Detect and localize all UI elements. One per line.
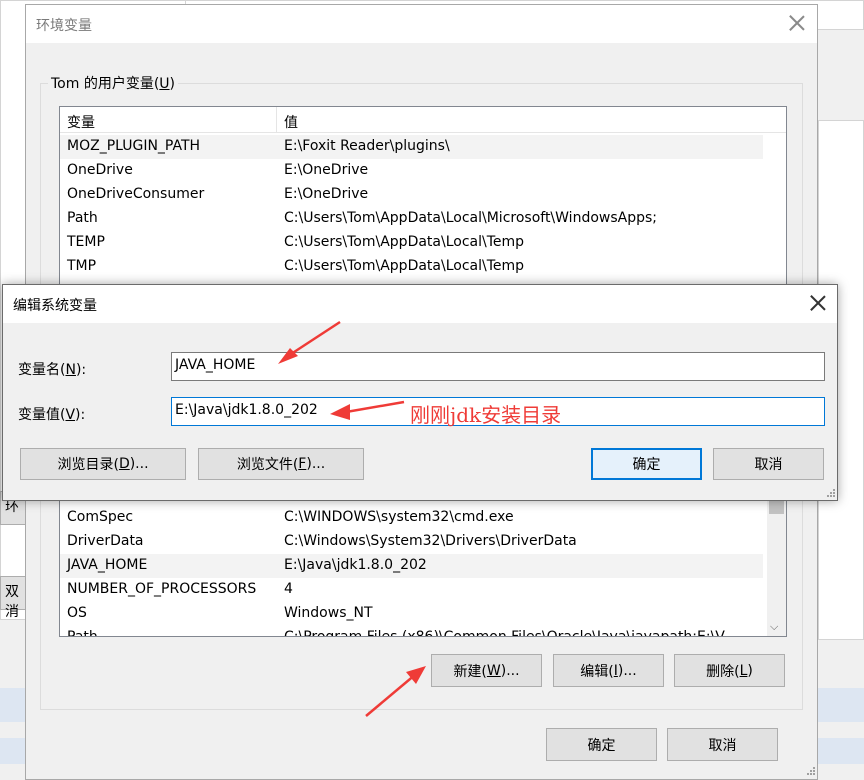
- user-variable-row[interactable]: TMP C:\Users\Tom\AppData\Local\Temp: [60, 255, 763, 279]
- new-variable-button[interactable]: 新建(W)...: [431, 654, 542, 687]
- system-variable-row[interactable]: Path C:\Program Files (x86)\Common Files…: [60, 626, 763, 636]
- edit-system-variable-dialog: 编辑系统变量 变量名(N): JAVA_HOME 变量值(V): E:\Java…: [2, 284, 838, 501]
- background-cancel-partial: 双消: [0, 576, 26, 620]
- edit-dialog-title: 编辑系统变量: [13, 298, 97, 314]
- user-variables-group-label: Tom 的用户变量(U): [48, 73, 179, 93]
- user-variable-row[interactable]: Path C:\Users\Tom\AppData\Local\Microsof…: [60, 207, 763, 231]
- annotation-jdk-directory-text: 刚刚jdk安装目录: [410, 403, 562, 427]
- user-variable-row[interactable]: MOZ_PLUGIN_PATH E:\Foxit Reader\plugins\: [60, 135, 763, 159]
- variable-name-label: 变量名(N):: [18, 362, 87, 378]
- env-cancel-button[interactable]: 取消: [667, 728, 778, 761]
- user-variable-row[interactable]: OneDrive E:\OneDrive: [60, 159, 763, 183]
- user-variable-row[interactable]: TEMP C:\Users\Tom\AppData\Local\Temp: [60, 231, 763, 255]
- edit-variable-button[interactable]: 编辑(I)...: [553, 654, 664, 687]
- resize-grip-icon[interactable]: [826, 488, 836, 498]
- edit-dialog-close-icon[interactable]: [809, 294, 827, 312]
- system-variable-row[interactable]: NUMBER_OF_PROCESSORS 4: [60, 578, 763, 602]
- system-variable-row[interactable]: OS Windows_NT: [60, 602, 763, 626]
- annotation-arrow-name-field: [278, 320, 341, 364]
- env-ok-button[interactable]: 确定: [546, 728, 657, 761]
- column-header-value[interactable]: 值: [284, 112, 298, 132]
- column-header-variable[interactable]: 变量: [67, 112, 95, 132]
- edit-cancel-button[interactable]: 取消: [713, 448, 824, 480]
- edit-dialog-titlebar: 编辑系统变量: [3, 285, 837, 323]
- system-variables-list[interactable]: ComSpec C:\WINDOWS\system32\cmd.exe Driv…: [59, 481, 787, 637]
- env-dialog-close-icon[interactable]: [788, 14, 806, 32]
- system-variable-row-selected[interactable]: JAVA_HOME E:\Java\jdk1.8.0_202: [60, 554, 763, 578]
- env-dialog-title: 环境变量: [36, 18, 92, 34]
- delete-variable-button[interactable]: 删除(L): [674, 654, 785, 687]
- user-variable-row[interactable]: OneDriveConsumer E:\OneDrive: [60, 183, 763, 207]
- variable-value-label: 变量值(V):: [18, 407, 86, 423]
- resize-grip-icon[interactable]: [806, 766, 816, 776]
- browse-directory-button[interactable]: 浏览目录(D)...: [20, 448, 186, 480]
- system-variables-scrollbar[interactable]: ⌵: [767, 482, 786, 636]
- annotation-arrow-value-field: [330, 400, 405, 420]
- scroll-down-arrow-icon[interactable]: ⌵: [770, 621, 778, 633]
- system-variable-row[interactable]: ComSpec C:\WINDOWS\system32\cmd.exe: [60, 506, 763, 530]
- column-divider[interactable]: [276, 107, 277, 133]
- user-variables-list-header: 变量 值: [60, 107, 786, 133]
- system-variable-row[interactable]: DriverData C:\Windows\System32\Drivers\D…: [60, 530, 763, 554]
- annotation-arrow-new-button: [365, 666, 426, 717]
- edit-ok-button[interactable]: 确定: [591, 448, 702, 480]
- browse-file-button[interactable]: 浏览文件(F)...: [198, 448, 364, 480]
- env-dialog-titlebar: 环境变量: [26, 5, 817, 43]
- user-variables-list[interactable]: 变量 值 MOZ_PLUGIN_PATH E:\Foxit Reader\plu…: [59, 106, 787, 291]
